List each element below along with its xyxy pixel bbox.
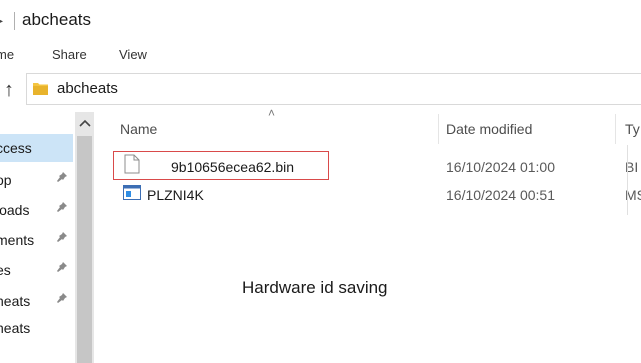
up-arrow-icon[interactable]: ↑: [4, 79, 14, 102]
tab-share[interactable]: Share: [52, 47, 87, 62]
file-date: 16/10/2024 00:51: [446, 187, 555, 203]
title-separator: [14, 12, 15, 30]
nav-item-label: heats: [0, 293, 31, 309]
nav-item-downloads[interactable]: loads: [0, 196, 73, 224]
nav-scrollbar-thumb[interactable]: [77, 136, 92, 363]
column-separator[interactable]: [615, 114, 616, 144]
column-header-type[interactable]: Ty: [625, 121, 640, 137]
file-date: 16/10/2024 01:00: [446, 159, 555, 175]
nav-item-documents[interactable]: ments: [0, 226, 73, 254]
nav-item-label: op: [0, 172, 12, 188]
scroll-up-icon[interactable]: [75, 112, 94, 134]
address-path: abcheats: [57, 80, 118, 97]
file-name: 9b10656ecea62.bin: [171, 159, 295, 175]
column-separator[interactable]: [438, 114, 439, 144]
nav-item-cheats-pinned[interactable]: heats: [0, 287, 73, 315]
pin-icon: [56, 171, 68, 186]
app-window-icon: [123, 185, 141, 200]
pin-icon: [56, 231, 68, 246]
nav-item-label: heats: [0, 320, 31, 336]
nav-item-quick-access[interactable]: ccess: [0, 134, 73, 162]
nav-item-cheats[interactable]: heats: [0, 314, 73, 342]
nav-item-label: loads: [0, 202, 30, 218]
pin-icon: [56, 292, 68, 307]
file-row[interactable]: 9b10656ecea62.bin 16/10/2024 01:00 BI: [120, 152, 638, 180]
column-header-name[interactable]: Name: [120, 121, 157, 137]
tab-view[interactable]: View: [119, 47, 147, 62]
sort-ascending-icon: ˄: [268, 106, 276, 120]
nav-item-label: es: [0, 262, 11, 278]
nav-item-pictures[interactable]: es: [0, 256, 73, 284]
folder-icon: [33, 83, 48, 95]
title-bar: [0, 0, 641, 40]
pin-icon: [56, 261, 68, 276]
window-title: abcheats: [22, 10, 91, 29]
file-name: PLZNI4K: [147, 187, 204, 203]
address-bar[interactable]: [26, 73, 641, 105]
column-header-date-modified[interactable]: Date modified: [446, 121, 532, 137]
tab-home[interactable]: me: [0, 47, 14, 62]
details-divider: [627, 145, 628, 215]
nav-item-label: ments: [0, 232, 35, 248]
caption-text: Hardware id saving: [242, 278, 388, 297]
nav-item-desktop[interactable]: op: [0, 166, 73, 194]
title-chevron-icon: ▸: [0, 12, 3, 29]
file-icon: [124, 154, 140, 174]
file-row[interactable]: PLZNI4K 16/10/2024 00:51 MS: [120, 181, 641, 209]
nav-item-label: ccess: [0, 140, 32, 156]
pin-icon: [56, 201, 68, 216]
ribbon: [0, 40, 641, 70]
